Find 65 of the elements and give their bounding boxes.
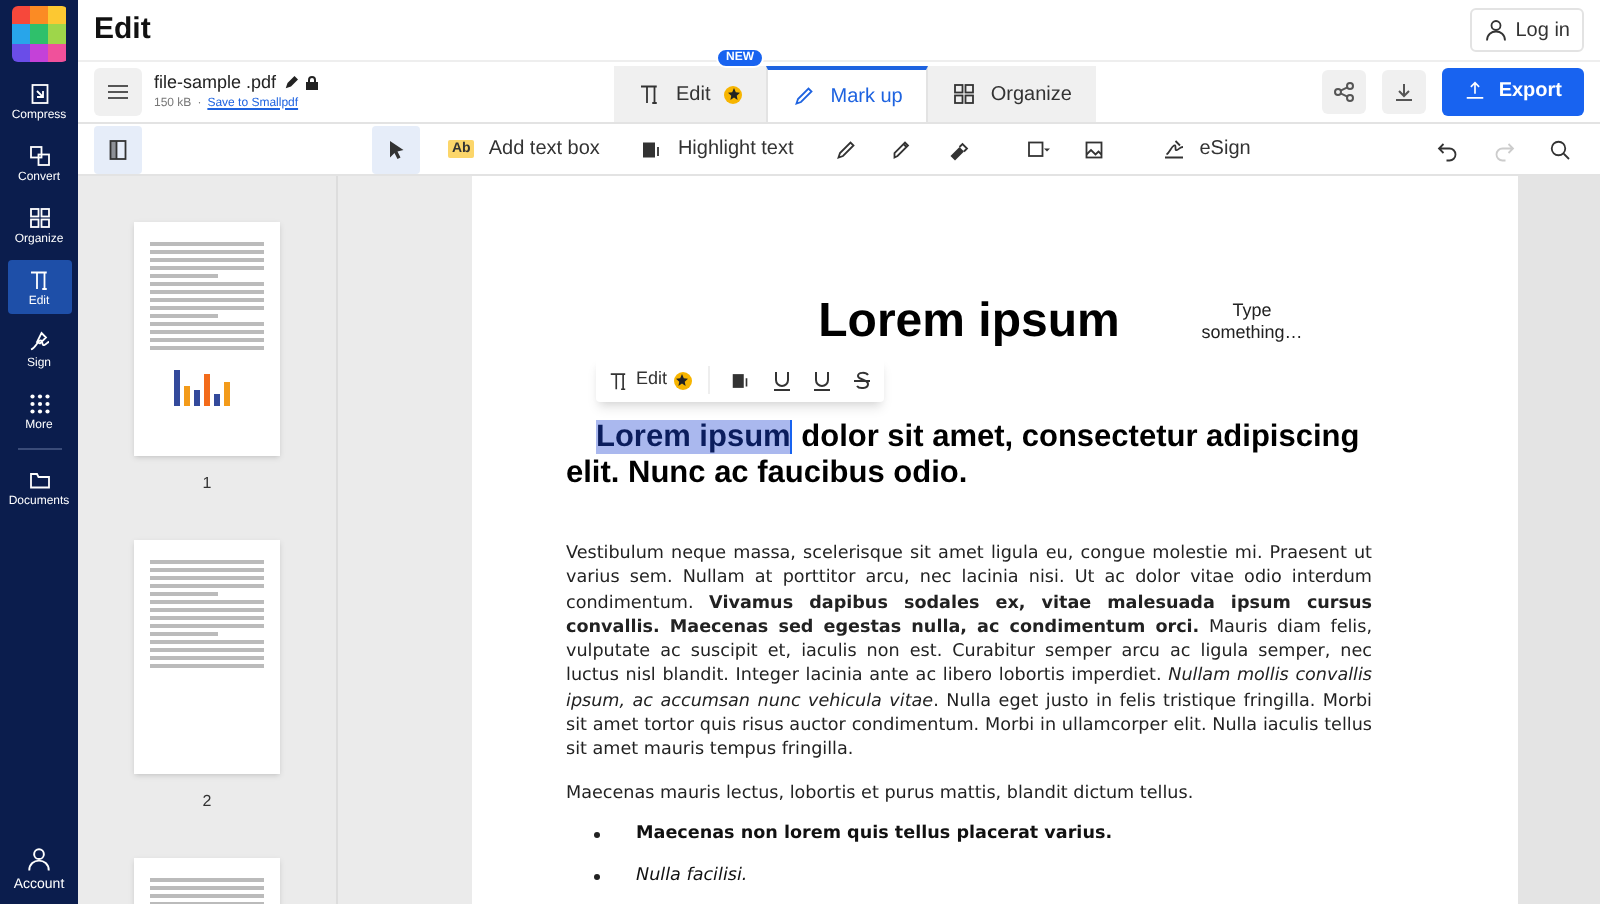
page-thumbnail[interactable] — [134, 222, 280, 456]
page-number: 2 — [202, 794, 212, 810]
share-button[interactable] — [1322, 69, 1367, 113]
page-title: Edit — [94, 9, 151, 50]
lock-icon[interactable] — [306, 75, 319, 89]
text-cursor-icon — [638, 82, 662, 106]
pencil-icon[interactable] — [284, 75, 299, 89]
text-box-label: Type something… — [1199, 300, 1305, 344]
login-button[interactable]: Log in — [1469, 8, 1584, 52]
download-icon — [1394, 81, 1415, 101]
user-icon — [1483, 18, 1508, 42]
image-icon — [1081, 137, 1106, 161]
grid-icon — [27, 205, 51, 229]
convert-icon — [27, 143, 51, 167]
mode-tab[interactable]: Organize — [928, 66, 1096, 122]
menu-icon — [108, 83, 128, 99]
signature-icon — [27, 329, 51, 353]
dots-grid-icon — [27, 391, 51, 415]
underline-icon — [771, 369, 792, 391]
text-cursor-icon — [608, 369, 630, 391]
eraser-icon — [945, 137, 970, 161]
page-number: 1 — [202, 476, 212, 492]
app-logo[interactable] — [11, 6, 67, 62]
list-item-text: Maecenas non lorem quis tellus placerat varius. — [636, 821, 1113, 848]
document-title: Lorem ipsum — [818, 292, 1120, 352]
export-button[interactable]: Export — [1442, 67, 1584, 115]
list-item-text: Nulla facilisi. — [636, 863, 748, 890]
highlight-button[interactable] — [729, 369, 752, 391]
compress-icon — [27, 81, 51, 105]
mode-tab[interactable]: Edit — [614, 66, 767, 122]
underline-icon — [811, 369, 832, 391]
strikethrough-icon — [851, 369, 872, 391]
mode-tab[interactable]: Mark up — [766, 66, 929, 122]
menu-button[interactable] — [94, 67, 142, 115]
page-thumbnail[interactable] — [134, 540, 280, 774]
document-heading: Lorem ipsum dolor sit amet, consectetur adipiscing elit. Nunc ac faucibus odio. — [566, 420, 1362, 492]
download-button[interactable] — [1382, 69, 1427, 113]
premium-star-icon — [673, 371, 692, 389]
tool-button[interactable]: eSign — [1149, 125, 1263, 173]
underline-button[interactable] — [771, 369, 792, 391]
pencil-icon — [833, 137, 858, 161]
user-icon — [25, 845, 52, 871]
tool-button[interactable]: Highlight text — [627, 125, 806, 173]
grid-icon — [952, 82, 977, 106]
text-cursor-icon — [27, 267, 51, 291]
highlight-icon — [729, 369, 752, 391]
squiggly-underline-button[interactable] — [811, 369, 832, 391]
pointer-button[interactable] — [372, 125, 420, 173]
signature-icon — [1161, 137, 1186, 161]
sidebar-toggle-button[interactable] — [94, 125, 142, 173]
body-paragraph: Vestibulum neque massa, scelerisque sit amet ligula eu, congue molestie mi. Praesent ut varius sem. Nullam at porttitor arcu, nec lacinia nisi. Ut ac dolor vitae odio interdum condimentum. Vivamus dapibus sodales ex, vitae malesuada ipsum cursus convallis. Maecenas sed egestas nulla, ac condimentum orci. Mauris diam felis, vulputate ac suscipit et, iaculis non est. Curabitur semper arcu ac ligula semper, nec luctus nisl blandit. Integer lacinia ante ac libero lobortis imperdiet. Nullam mollis convallis ipsum, ac accumsan nunc vehicula vitae. Nulla eget justo in felis tristique fringilla. Morbi sit amet tortor quis risus auctor condimentum. Morbi in ullamcorper elit. Nulla iaculis tellus sit amet mauris tempus fringilla. — [566, 542, 1372, 764]
sidebar-icon — [106, 137, 130, 161]
file-name: file-sample .pdf — [154, 73, 277, 91]
share-icon — [1334, 81, 1355, 101]
edit-text-button[interactable]: Edit — [608, 366, 710, 394]
strikethrough-button[interactable] — [851, 369, 872, 391]
upload-icon — [1464, 80, 1487, 102]
square-dropdown-icon — [1025, 137, 1050, 161]
marker-icon — [889, 137, 914, 161]
search-icon — [1548, 137, 1572, 161]
highlight-icon — [639, 137, 664, 161]
pointer-icon — [384, 137, 408, 161]
body-paragraph: Maecenas mauris lectus, lobortis et purus mattis, blandit dictum tellus. — [566, 781, 1196, 806]
folder-icon — [27, 467, 51, 491]
pencil-icon — [792, 84, 817, 108]
